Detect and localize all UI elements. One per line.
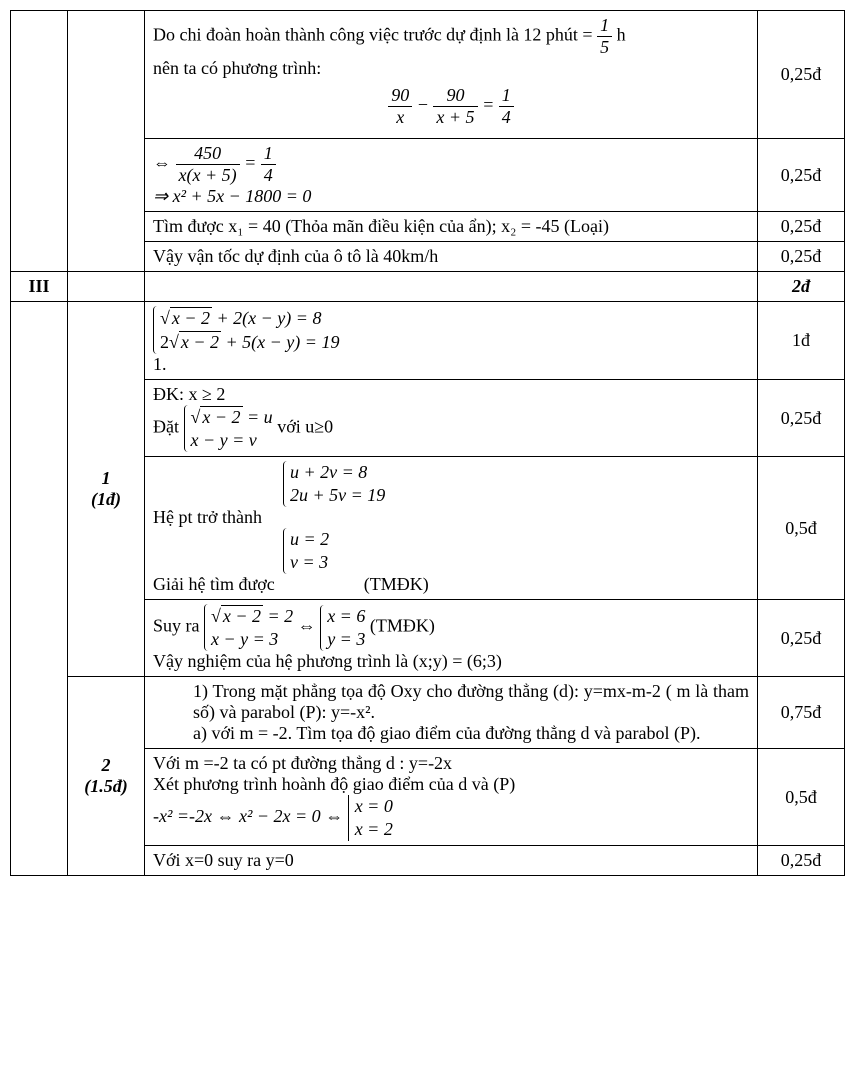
score-cell: 0,25đ (758, 380, 845, 457)
system-brace: √x − 2 + 2(x − y) = 8 2√x − 2 + 5(x − y)… (153, 306, 339, 354)
text: Vậy nghiệm của hệ phương trình là (x;y) … (153, 651, 749, 672)
system-brace: u + 2v = 8 2u + 5v = 19 (283, 461, 385, 507)
content-cell: 1) Trong mặt phẳng tọa độ Oxy cho đường … (145, 677, 758, 749)
content-cell: u + 2v = 8 2u + 5v = 19 Hệ pt trở thành … (145, 457, 758, 600)
text: ĐK: x ≥ 2 (153, 384, 749, 405)
bracket: x = 0 x = 2 (348, 795, 393, 841)
sub-label: 1 (1đ) (68, 302, 145, 677)
section-label-empty (11, 11, 68, 272)
section-label: III (11, 272, 68, 302)
content-cell: ĐK: x ≥ 2 Đặt √x − 2 = u x − y = v với u… (145, 380, 758, 457)
system-brace: x = 6 y = 3 (320, 605, 365, 651)
section-label-empty (11, 302, 68, 876)
content-cell: ⇔ 450 x(x + 5) = 1 4 ⇒ x² + 5x − 1800 = … (145, 139, 758, 212)
score-cell: 0,25đ (758, 600, 845, 677)
score-cell: 0,25đ (758, 212, 845, 242)
score-cell: 1đ (758, 302, 845, 380)
score-cell: 0,5đ (758, 457, 845, 600)
text: h (617, 25, 626, 45)
equation: x² + 5x − 1800 = 0 (173, 186, 312, 206)
equation: 90x − 90x + 5 = 14 (153, 85, 749, 128)
arrow: ⇔ (153, 153, 176, 173)
system-brace: u = 2 v = 3 (283, 528, 329, 574)
text: Với m =-2 ta có pt đường thẳng d : y=-2x (153, 753, 749, 774)
content-cell: Với x=0 suy ra y=0 (145, 846, 758, 876)
text: Do chi đoàn hoàn thành công việc trước d… (153, 25, 597, 45)
score-cell: 0,25đ (758, 139, 845, 212)
score-cell: 0,5đ (758, 749, 845, 846)
sub-label-empty (68, 11, 145, 272)
sub-label: 2 (1.5đ) (68, 677, 145, 876)
text: Hệ pt trở thành (153, 507, 749, 528)
content-cell: √x − 2 + 2(x − y) = 8 2√x − 2 + 5(x − y)… (145, 302, 758, 380)
text: nên ta có phương trình: (153, 58, 749, 79)
content-cell: Vậy vận tốc dự định của ô tô là 40km/h (145, 242, 758, 272)
fraction: 1 5 (597, 15, 612, 58)
answer-key-table: Do chi đoàn hoàn thành công việc trước d… (10, 10, 845, 876)
text: Xét phương trình hoành độ giao điểm của … (153, 774, 749, 795)
text: 1. (153, 354, 749, 375)
content-cell: Suy ra √x − 2 = 2 x − y = 3 ⇔ x = 6 y = … (145, 600, 758, 677)
score-cell: 0,25đ (758, 846, 845, 876)
text: (TMĐK) (364, 574, 429, 594)
fraction: 1 4 (261, 143, 276, 186)
score-cell: 0,25đ (758, 242, 845, 272)
fraction: 450 x(x + 5) (176, 143, 240, 186)
system-brace: √x − 2 = u x − y = v (184, 405, 273, 452)
score-cell: 0,25đ (758, 11, 845, 139)
content-cell-empty (145, 272, 758, 302)
text: Giải hệ tìm được (153, 574, 275, 594)
content-cell: Tìm được x₁ = 40 (Thỏa mãn điều kiện của… (145, 212, 758, 242)
system-brace: √x − 2 = 2 x − y = 3 (204, 604, 293, 651)
content-cell: Với m =-2 ta có pt đường thẳng d : y=-2x… (145, 749, 758, 846)
score-cell: 0,75đ (758, 677, 845, 749)
content-cell: Do chi đoàn hoàn thành công việc trước d… (145, 11, 758, 139)
sub-label-empty (68, 272, 145, 302)
score-cell: 2đ (758, 272, 845, 302)
arrow: ⇒ (153, 186, 173, 206)
